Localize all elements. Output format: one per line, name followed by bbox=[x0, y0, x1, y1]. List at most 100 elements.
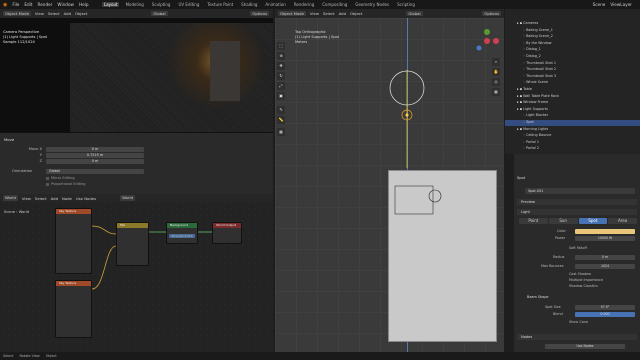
menu-file[interactable]: File bbox=[12, 2, 19, 7]
view-menu[interactable]: View bbox=[35, 11, 44, 16]
preview-panel[interactable]: Preview bbox=[517, 199, 637, 205]
use-nodes-button[interactable]: Use Nodes bbox=[545, 344, 625, 349]
camera-view-icon[interactable]: ◎ bbox=[492, 78, 500, 86]
outliner-item[interactable]: ◦ Ceiling Bounce bbox=[505, 133, 640, 139]
tab-texture-paint[interactable]: Texture Paint bbox=[206, 2, 235, 7]
outliner-item[interactable]: ◦ Portal 2 bbox=[505, 146, 640, 152]
annotate-tool-icon[interactable]: ✎ bbox=[277, 106, 285, 114]
move-x-field[interactable]: 0 m bbox=[46, 147, 144, 152]
menu-window[interactable]: Window bbox=[57, 2, 74, 7]
tab-scripting[interactable]: Scripting bbox=[396, 2, 417, 7]
outliner-item[interactable]: ◦ Whole Scene bbox=[505, 80, 640, 86]
outliner-item[interactable]: ▸ ▪ Light Supports bbox=[505, 107, 640, 113]
outliner-item[interactable]: ◦ Baking Scene_2 bbox=[505, 34, 640, 40]
light-type-area[interactable]: Area bbox=[608, 218, 637, 224]
object-mode-dropdown[interactable]: Object Mode bbox=[3, 10, 31, 17]
scale-tool-icon[interactable]: ⤢ bbox=[277, 82, 285, 90]
tab-animation[interactable]: Animation bbox=[264, 2, 287, 7]
outliner-item[interactable]: ▸ ▪ Wall Table Plate Rack bbox=[505, 94, 640, 100]
viewport-object-menu[interactable]: Object bbox=[350, 11, 362, 16]
measure-tool-icon[interactable]: 📏 bbox=[277, 116, 285, 124]
light-datablock-field[interactable]: Spot.001 bbox=[525, 188, 635, 194]
outliner-item[interactable]: ◦ Dialog_1 bbox=[505, 47, 640, 53]
viewport-options-button[interactable]: Options bbox=[482, 10, 501, 17]
viewport-mode-dropdown[interactable]: Object Mode bbox=[278, 10, 306, 17]
beam-shape-subpanel[interactable]: Beam Shape bbox=[527, 295, 549, 299]
shadow-caustics-checkbox[interactable]: Shadow Caustics bbox=[569, 284, 598, 288]
viewport-orientation-dropdown[interactable]: Global bbox=[406, 10, 423, 17]
multiple-importance-checkbox[interactable]: Multiple Importance bbox=[569, 278, 603, 282]
select-menu[interactable]: Select bbox=[48, 11, 60, 16]
tab-geometry-nodes[interactable]: Geometry Nodes bbox=[354, 2, 391, 7]
light-panel[interactable]: Light bbox=[517, 209, 637, 215]
radius-field[interactable]: 0 m bbox=[575, 255, 635, 260]
tab-shading[interactable]: Shading bbox=[240, 2, 259, 7]
mirror-editing-checkbox[interactable]: Mirror Editing bbox=[46, 176, 75, 180]
add-cube-tool-icon[interactable]: ▦ bbox=[277, 128, 285, 136]
node-editor[interactable]: Scene › World Sky Texture Sky Texture Mi… bbox=[0, 194, 273, 352]
show-cone-checkbox[interactable]: Show Cone bbox=[569, 320, 588, 324]
select-tool-icon[interactable]: ⬚ bbox=[277, 42, 285, 50]
background-strength-field[interactable]: Strength 0.050 bbox=[169, 234, 195, 238]
menu-help[interactable]: Help bbox=[79, 2, 89, 7]
orientation-dropdown[interactable]: Global bbox=[151, 10, 168, 17]
proportional-editing-checkbox[interactable]: Proportional Editing bbox=[46, 182, 85, 186]
spot-size-field[interactable]: 57.9° bbox=[575, 305, 635, 310]
outliner-item[interactable]: ◦ Portal 1 bbox=[505, 140, 640, 146]
world-output-node[interactable]: World Output bbox=[212, 222, 242, 244]
scene-selector[interactable]: Scene bbox=[593, 2, 606, 7]
move-z-field[interactable]: 0 m bbox=[46, 159, 144, 164]
move-tool-icon[interactable]: ✥ bbox=[277, 62, 285, 70]
tab-compositing[interactable]: Compositing bbox=[321, 2, 349, 7]
outliner-item[interactable]: ▸ ▪ Morning Lights bbox=[505, 127, 640, 133]
use-nodes-checkbox[interactable]: Use Nodes bbox=[76, 196, 96, 201]
move-y-field[interactable]: 0.7225 m bbox=[46, 153, 144, 158]
outliner-item[interactable]: ◦ By the Window bbox=[505, 41, 640, 47]
sky-texture-node-1[interactable]: Sky Texture bbox=[55, 208, 92, 274]
world-selector[interactable]: World bbox=[120, 195, 135, 201]
tab-rendering[interactable]: Rendering bbox=[292, 2, 315, 7]
navigation-gizmo-icon[interactable] bbox=[475, 28, 499, 54]
blender-logo-icon[interactable]: ◉ bbox=[3, 2, 7, 8]
node-view-menu[interactable]: View bbox=[22, 196, 31, 201]
node-tree-type-dropdown[interactable]: World bbox=[3, 195, 18, 201]
node-node-menu[interactable]: Node bbox=[62, 196, 72, 201]
transform-tool-icon[interactable]: ▣ bbox=[277, 92, 285, 100]
sky-texture-node-2[interactable]: Sky Texture bbox=[55, 280, 92, 338]
outliner-item[interactable]: ◦ Baking Scene_1 bbox=[505, 28, 640, 34]
light-type-point[interactable]: Point bbox=[519, 218, 548, 224]
viewport-select-menu[interactable]: Select bbox=[323, 11, 335, 16]
rotate-tool-icon[interactable]: ↻ bbox=[277, 72, 285, 80]
outliner-item[interactable]: ◦ Dialog_2 bbox=[505, 54, 640, 60]
color-swatch[interactable] bbox=[575, 229, 635, 234]
ortho-toggle-icon[interactable]: ▦ bbox=[492, 88, 500, 96]
max-bounces-field[interactable]: 1024 bbox=[575, 264, 635, 269]
zoom-icon[interactable]: ⌕ bbox=[492, 58, 500, 66]
node-add-menu[interactable]: Add bbox=[51, 196, 58, 201]
outliner-item[interactable]: ◦ Thumbnail Shot 3 bbox=[505, 74, 640, 80]
light-type-sun[interactable]: Sun bbox=[548, 218, 578, 224]
viewport-add-menu[interactable]: Add bbox=[339, 11, 346, 16]
nodes-panel[interactable]: Nodes bbox=[517, 334, 637, 340]
tab-sculpting[interactable]: Sculpting bbox=[150, 2, 172, 7]
outliner-item[interactable]: ◦ Spot bbox=[505, 120, 640, 126]
mix-node[interactable]: Mix bbox=[116, 222, 149, 266]
outliner-item[interactable]: ◦ Thumbnail Shot 2 bbox=[505, 67, 640, 73]
object-menu[interactable]: Object bbox=[75, 11, 87, 16]
cast-shadow-checkbox[interactable]: Cast Shadow bbox=[569, 272, 591, 276]
outliner-item[interactable]: ▸ ▪ Window Frame bbox=[505, 100, 640, 106]
tab-layout[interactable]: Layout bbox=[102, 2, 120, 7]
render-viewport[interactable]: Camera Perspective (1) Light Supports | … bbox=[0, 18, 273, 132]
pan-hand-icon[interactable]: ✋ bbox=[492, 68, 500, 76]
outliner-item[interactable]: ▸ ▪ Cameras bbox=[505, 21, 640, 27]
3d-viewport[interactable]: Top Orthographic (1) Light Supports | Sp… bbox=[275, 18, 504, 352]
menu-edit[interactable]: Edit bbox=[24, 2, 32, 7]
view-layer-selector[interactable]: ViewLayer bbox=[610, 2, 632, 7]
blend-field[interactable]: 0.000 bbox=[575, 312, 635, 317]
viewport-view-menu[interactable]: View bbox=[310, 11, 319, 16]
node-select-menu[interactable]: Select bbox=[35, 196, 47, 201]
light-type-spot[interactable]: Spot bbox=[578, 218, 608, 224]
options-button[interactable]: Options bbox=[250, 10, 269, 17]
soft-falloff-checkbox[interactable]: Soft Falloff bbox=[569, 246, 587, 250]
tab-uv-editing[interactable]: UV Editing bbox=[177, 2, 201, 7]
